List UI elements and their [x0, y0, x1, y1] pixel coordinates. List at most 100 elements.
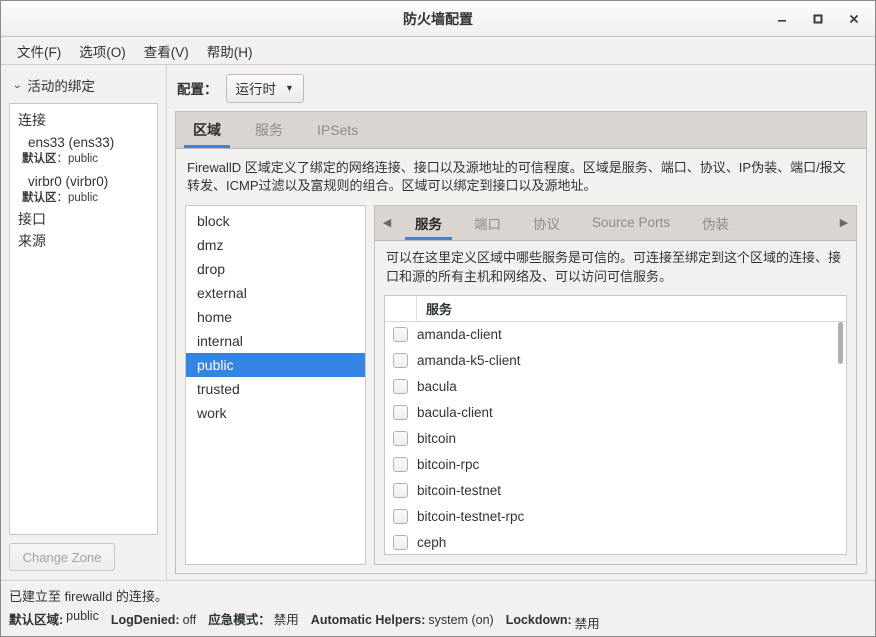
zone-item-block[interactable]: block [186, 209, 365, 233]
table-row[interactable]: ceph [385, 530, 846, 554]
titlebar: 防火墙配置 [1, 1, 875, 37]
services-table: 服务 amanda-client amanda-k5-client bacula… [384, 294, 847, 555]
tree-item-virbr0[interactable]: virbr0 (virbr0) 默认区：public [10, 170, 157, 209]
table-row[interactable]: amanda-k5-client [385, 348, 846, 374]
bindings-tree[interactable]: 连接 ens33 (ens33) 默认区：public virbr0 (virb… [9, 103, 158, 535]
menu-options[interactable]: 选项(O) [70, 38, 135, 64]
service-name: bitcoin-rpc [417, 457, 480, 473]
service-name: bitcoin-testnet-rpc [417, 509, 525, 525]
table-row[interactable]: amanda-client [385, 322, 846, 348]
status-panic-mode: 应急模式： 禁用 [208, 613, 299, 627]
configuration-row: 配置： 运行时 ▼ [175, 73, 867, 111]
service-checkbox[interactable] [393, 483, 408, 499]
change-zone-wrap: Change Zone [9, 535, 158, 580]
zone-list[interactable]: block dmz drop external home internal pu… [185, 204, 366, 565]
menu-file[interactable]: 文件(F) [8, 38, 70, 64]
service-checkbox[interactable] [393, 405, 408, 421]
table-row[interactable]: bitcoin-rpc [385, 452, 846, 478]
tree-group-connections[interactable]: 连接 [10, 109, 157, 131]
window-title: 防火墙配置 [403, 10, 473, 27]
close-icon[interactable] [843, 8, 865, 30]
active-bindings-label: 活动的绑定 [27, 79, 95, 94]
zone-item-external[interactable]: external [186, 281, 365, 305]
service-checkbox[interactable] [393, 353, 408, 369]
zone-item-internal[interactable]: internal [186, 329, 365, 353]
services-subtab-pane: 可以在这里定义区域中哪些服务是可信的。可连接至绑定到这个区域的连接、接口和源的所… [375, 241, 856, 564]
zones-tab-pane: FirewallD 区域定义了绑定的网络连接、接口以及源地址的可信程度。区域是服… [176, 149, 866, 573]
tab-services[interactable]: 服务 [238, 112, 300, 148]
subtab-ports[interactable]: 端口 [458, 206, 517, 240]
service-name: amanda-client [417, 327, 502, 343]
service-name: bacula [417, 379, 457, 395]
main-notebook: 区域 服务 IPSets FirewallD 区域定义了绑定的网络连接、接口以及… [175, 111, 867, 574]
change-zone-button[interactable]: Change Zone [9, 543, 115, 571]
zone-detail-notebook: ◀ 服务 端口 协议 Source Ports 伪装 ▶ 可以在这里定义区域中哪… [374, 204, 857, 565]
connection-zone: 默认区：public [22, 191, 99, 204]
table-row[interactable]: bacula [385, 374, 846, 400]
minimize-icon[interactable] [771, 8, 793, 30]
menu-view[interactable]: 查看(V) [135, 38, 198, 64]
chevron-down-icon: ▼ [285, 83, 294, 93]
services-scrollbar[interactable] [838, 321, 843, 364]
main-tabbar: 区域 服务 IPSets [176, 112, 866, 149]
tab-ipsets[interactable]: IPSets [300, 112, 375, 148]
services-table-header: 服务 [385, 295, 846, 322]
configuration-select[interactable]: 运行时 ▼ [225, 73, 304, 103]
tab-zones[interactable]: 区域 [176, 112, 238, 148]
service-checkbox[interactable] [393, 457, 408, 473]
connection-name: ens33 (ens33) [28, 135, 115, 150]
status-default-zone: 默认区域: public [9, 609, 99, 627]
service-name: bacula-client [417, 405, 493, 421]
service-checkbox[interactable] [393, 509, 408, 525]
tree-item-ens33[interactable]: ens33 (ens33) 默认区：public [10, 131, 157, 170]
tabs-scroll-left-icon[interactable]: ◀ [375, 206, 399, 240]
tabs-scroll-right-icon[interactable]: ▶ [832, 206, 856, 240]
service-name: ceph [417, 535, 447, 551]
status-automatic-helpers: Automatic Helpers: system (on) [310, 613, 494, 627]
table-row[interactable]: bitcoin-testnet-rpc [385, 504, 846, 530]
zones-description: FirewallD 区域定义了绑定的网络连接、接口以及源地址的可信程度。区域是服… [187, 160, 846, 194]
configuration-pane: 配置： 运行时 ▼ 区域 服务 IPSets FirewallD 区域定义了绑定… [167, 65, 875, 580]
menu-help[interactable]: 帮助(H) [198, 38, 262, 64]
zone-item-work[interactable]: work [186, 401, 365, 425]
zone-item-dmz[interactable]: dmz [186, 233, 365, 257]
table-row[interactable]: bitcoin-testnet [385, 478, 846, 504]
status-lockdown: Lockdown: 禁用 [505, 613, 600, 631]
column-header-service: 服务 [426, 301, 453, 317]
tree-group-sources[interactable]: 来源 [10, 230, 157, 252]
subtab-services[interactable]: 服务 [399, 206, 458, 240]
service-checkbox[interactable] [393, 431, 408, 447]
tree-group-interfaces[interactable]: 接口 [10, 208, 157, 230]
zone-item-home[interactable]: home [186, 305, 365, 329]
service-checkbox[interactable] [393, 327, 408, 343]
service-name: bitcoin [417, 431, 457, 447]
status-logdenied: LogDenied: off [110, 613, 197, 627]
chevron-down-icon: ⌄ [11, 79, 23, 91]
active-bindings-expander[interactable]: ⌄ 活动的绑定 [9, 73, 158, 103]
table-row[interactable]: bitcoin [385, 426, 846, 452]
subtab-masquerade[interactable]: 伪装 [686, 206, 745, 240]
statusbar-fields: 默认区域: public LogDenied: off 应急模式： 禁用 Automa… [9, 609, 867, 632]
connection-name: virbr0 (virbr0) [28, 173, 109, 189]
service-checkbox[interactable] [393, 535, 408, 551]
subtab-protocols[interactable]: 协议 [517, 206, 576, 240]
main-content: ⌄ 活动的绑定 连接 ens33 (ens33) 默认区：public virb… [1, 65, 875, 580]
subtab-source-ports[interactable]: Source Ports [576, 206, 686, 240]
window-controls [771, 8, 875, 30]
menubar: 文件(F) 选项(O) 查看(V) 帮助(H) [1, 37, 875, 65]
zones-split: block dmz drop external home internal pu… [185, 204, 857, 565]
services-table-body[interactable]: amanda-client amanda-k5-client bacula ba… [385, 322, 846, 554]
configuration-label: 配置： [177, 82, 218, 97]
connection-status: 已建立至 firewalld 的连接。 [9, 589, 168, 604]
active-bindings-pane: ⌄ 活动的绑定 连接 ens33 (ens33) 默认区：public virb… [1, 65, 167, 580]
table-row[interactable]: bacula-client [385, 400, 846, 426]
service-checkbox[interactable] [393, 379, 408, 395]
column-header-checkbox [385, 295, 417, 321]
zone-item-public[interactable]: public [186, 352, 365, 377]
statusbar: 已建立至 firewalld 的连接。 默认区域: public LogDenie… [1, 580, 875, 636]
configuration-select-value: 运行时 [235, 82, 277, 97]
zone-item-drop[interactable]: drop [186, 257, 365, 281]
zone-detail-tabbar: ◀ 服务 端口 协议 Source Ports 伪装 ▶ [375, 205, 856, 241]
maximize-icon[interactable] [807, 8, 829, 30]
zone-item-trusted[interactable]: trusted [186, 377, 365, 401]
